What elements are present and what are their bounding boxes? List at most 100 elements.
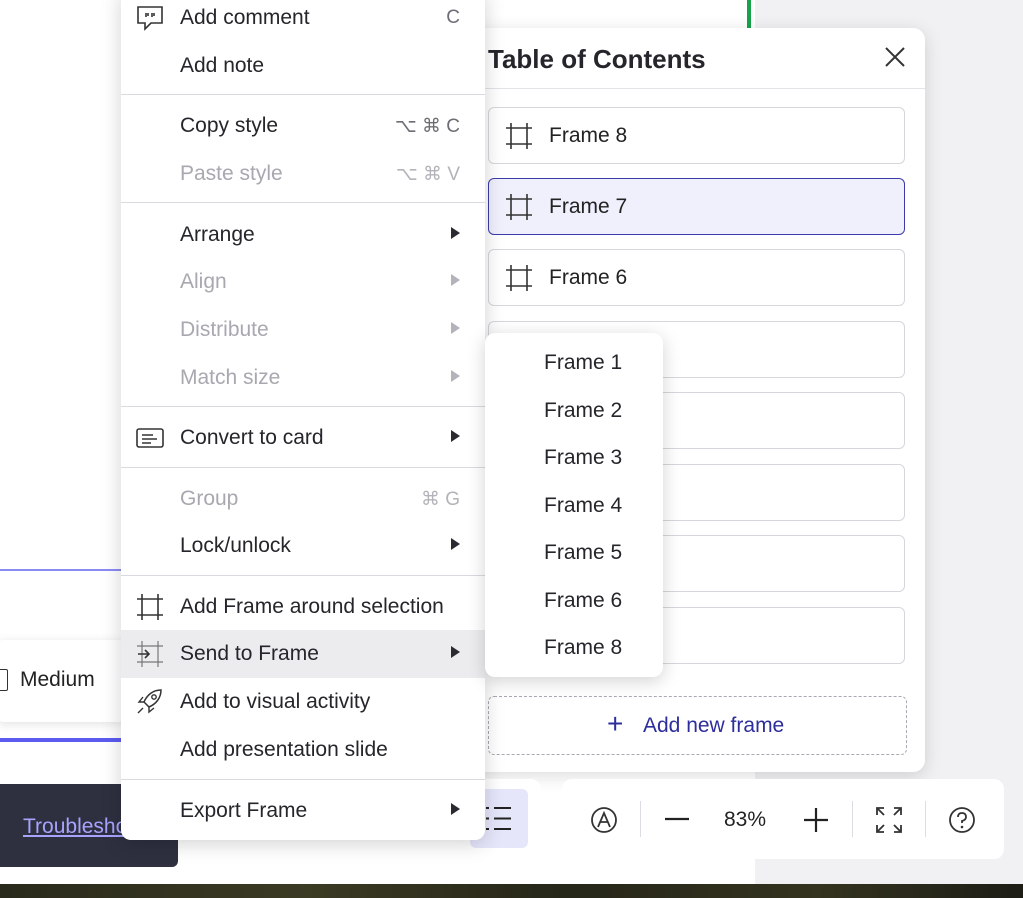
- frame-label: Frame 7: [549, 195, 628, 218]
- submenu-item-label: Frame 3: [544, 446, 623, 469]
- menu-divider: [121, 779, 485, 780]
- green-connector-line: [747, 0, 751, 28]
- menu-item-align[interactable]: Align: [121, 258, 485, 306]
- menu-item-arrange[interactable]: Arrange: [121, 211, 485, 259]
- menu-item-paste-style[interactable]: Paste style ⌥ ⌘ V: [121, 150, 485, 198]
- menu-item-label: Distribute: [180, 318, 269, 341]
- submenu-item-frame[interactable]: Frame 5: [485, 530, 663, 576]
- menu-item-send-to-frame[interactable]: Send to Frame: [121, 630, 485, 678]
- frame-label: Frame 6: [549, 266, 628, 289]
- frame-icon: [506, 123, 532, 149]
- menu-item-label: Group: [180, 487, 239, 510]
- help-icon[interactable]: [948, 806, 976, 834]
- menu-item-label: Convert to card: [180, 426, 324, 449]
- selected-frame-edge-top: [0, 569, 121, 571]
- toc-frame-item[interactable]: Frame 8: [488, 107, 905, 164]
- submenu-arrow-icon: [451, 430, 460, 442]
- menu-item-convert-to-card[interactable]: Convert to card: [121, 414, 485, 462]
- fit-to-screen-icon[interactable]: [875, 806, 903, 834]
- toc-frame-item-selected[interactable]: Frame 7: [488, 178, 905, 235]
- menu-item-add-note[interactable]: Add note: [121, 42, 485, 90]
- menu-item-label: Add Frame around selection: [180, 595, 444, 618]
- zoom-in-icon[interactable]: [804, 808, 828, 832]
- menu-divider: [121, 94, 485, 95]
- add-new-frame-label: Add new frame: [643, 714, 785, 737]
- frame-icon: [506, 194, 532, 220]
- menu-item-shortcut: C: [446, 7, 460, 28]
- menu-item-export-frame[interactable]: Export Frame: [121, 787, 485, 835]
- menu-item-add-presentation-slide[interactable]: Add presentation slide: [121, 726, 485, 774]
- menu-divider: [121, 575, 485, 576]
- send-to-frame-submenu: Frame 1 Frame 2 Frame 3 Frame 4 Frame 5 …: [485, 333, 663, 677]
- menu-item-label: Copy style: [180, 114, 279, 137]
- zoom-toolbar: 83%: [562, 779, 1004, 859]
- zoom-level[interactable]: 83%: [724, 808, 766, 832]
- submenu-item-label: Frame 6: [544, 589, 623, 612]
- submenu-item-label: Frame 4: [544, 494, 623, 517]
- menu-item-label: Arrange: [180, 223, 255, 246]
- menu-item-label: Lock/unlock: [180, 534, 291, 557]
- submenu-item-frame[interactable]: Frame 1: [485, 340, 663, 386]
- menu-item-label: Export Frame: [180, 799, 308, 822]
- plus-icon: +: [607, 708, 624, 739]
- submenu-item-label: Frame 5: [544, 541, 623, 564]
- submenu-arrow-icon: [451, 322, 460, 334]
- submenu-item-frame[interactable]: Frame 2: [485, 388, 663, 434]
- frame-icon: [137, 594, 163, 620]
- submenu-item-label: Frame 1: [544, 351, 623, 374]
- menu-item-shortcut: ⌘ G: [420, 489, 460, 510]
- close-icon[interactable]: [884, 46, 906, 68]
- menu-item-add-frame-around-selection[interactable]: Add Frame around selection: [121, 583, 485, 631]
- submenu-arrow-icon: [451, 274, 460, 286]
- submenu-arrow-icon: [451, 370, 460, 382]
- menu-divider: [121, 202, 485, 203]
- menu-item-shortcut: ⌥ ⌘ C: [394, 116, 460, 137]
- submenu-item-label: Frame 8: [544, 636, 623, 659]
- toc-frame-item[interactable]: Frame 6: [488, 249, 905, 306]
- background-photo-strip: [0, 884, 1023, 898]
- toolbar-divider: [640, 801, 641, 837]
- menu-item-shortcut: ⌥ ⌘ V: [395, 164, 460, 185]
- menu-item-copy-style[interactable]: Copy style ⌥ ⌘ C: [121, 102, 485, 150]
- menu-item-label: Match size: [180, 366, 281, 389]
- card-size-icon: [0, 669, 8, 691]
- submenu-arrow-icon: [451, 646, 460, 658]
- menu-item-distribute[interactable]: Distribute: [121, 306, 485, 354]
- menu-item-group[interactable]: Group ⌘ G: [121, 475, 485, 523]
- panel-title: Table of Contents: [488, 44, 706, 74]
- menu-item-lock-unlock[interactable]: Lock/unlock: [121, 522, 485, 570]
- frame-icon: [506, 265, 532, 291]
- zoom-out-icon[interactable]: [665, 817, 689, 821]
- submenu-item-frame[interactable]: Frame 4: [485, 483, 663, 529]
- size-label: Medium: [20, 668, 95, 691]
- menu-item-match-size[interactable]: Match size: [121, 354, 485, 402]
- menu-item-label: Add note: [180, 54, 265, 77]
- add-new-frame-button[interactable]: + Add new frame: [488, 696, 907, 755]
- toolbar-divider: [925, 801, 926, 837]
- menu-item-label: Paste style: [180, 162, 283, 185]
- comment-icon: [137, 6, 163, 31]
- selected-frame-edge-bottom: [0, 738, 121, 742]
- rocket-icon: [137, 689, 162, 714]
- toolbar-divider: [852, 801, 853, 837]
- menu-divider: [121, 467, 485, 468]
- menu-item-label: Add comment: [180, 6, 310, 29]
- menu-item-add-to-visual-activity[interactable]: Add to visual activity: [121, 678, 485, 726]
- accessibility-icon[interactable]: [590, 806, 618, 834]
- menu-divider: [121, 406, 485, 407]
- submenu-arrow-icon: [451, 227, 460, 239]
- submenu-item-label: Frame 2: [544, 399, 623, 422]
- submenu-item-frame[interactable]: Frame 3: [485, 435, 663, 481]
- submenu-item-frame[interactable]: Frame 8: [485, 625, 663, 671]
- panel-divider: [466, 88, 925, 89]
- context-menu: Add comment C Add note Copy style ⌥ ⌘ C …: [121, 0, 485, 840]
- menu-item-label: Add presentation slide: [180, 738, 388, 761]
- submenu-item-frame[interactable]: Frame 6: [485, 578, 663, 624]
- frame-label: Frame 8: [549, 124, 628, 147]
- menu-item-label: Add to visual activity: [180, 690, 371, 713]
- menu-item-label: Send to Frame: [180, 642, 319, 665]
- submenu-arrow-icon: [451, 538, 460, 550]
- size-selector[interactable]: Medium: [0, 640, 126, 722]
- card-icon: [136, 428, 164, 448]
- menu-item-add-comment[interactable]: Add comment C: [121, 0, 485, 42]
